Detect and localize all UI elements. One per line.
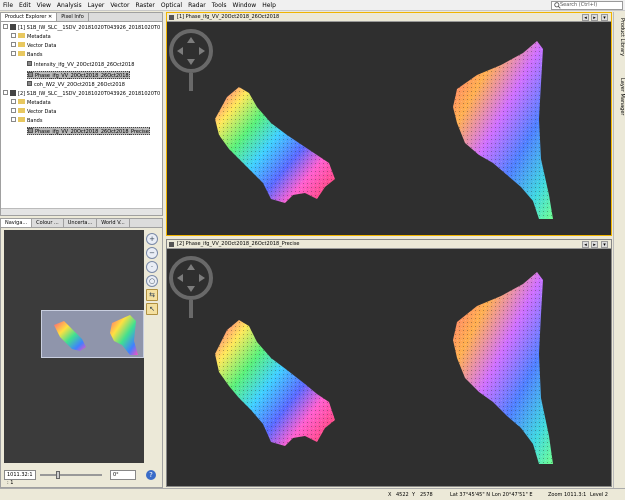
menu-tools[interactable]: Tools [209, 0, 230, 11]
tree-product-2[interactable]: [2] S1B_IW_SLC__1SDV_20181020T043926_201… [3, 89, 160, 98]
search-input[interactable]: Search (Ctrl+I) [551, 1, 623, 10]
menu-window[interactable]: Window [230, 0, 260, 11]
status-longitude: Lon 20°47'51" E [492, 492, 533, 498]
folder-icon [18, 117, 25, 122]
tree-vector-1[interactable]: Vector Data [11, 42, 56, 50]
view-prev-button[interactable]: ◂ [582, 241, 589, 248]
folder-icon [18, 108, 25, 113]
image-view-2-title-bar: [2] Phase_ifg_VV_20Oct2018_26Oct2018_Pre… [167, 240, 611, 249]
menu-analysis[interactable]: Analysis [54, 0, 85, 11]
zoom-slider-track[interactable] [40, 474, 102, 476]
image-view-1-title-bar: [1] Phase_ifg_VV_20Oct2018_26Oct2018 ◂ ▸… [167, 13, 611, 22]
menu-view[interactable]: View [34, 0, 54, 11]
status-latitude: Lat 37°45'45" N [450, 492, 490, 498]
image-view-icon [169, 242, 174, 247]
menu-optical[interactable]: Optical [158, 0, 185, 11]
tree-band-intensity[interactable]: Intensity_ifg_VV_20Oct2018_26Oct2018 [27, 61, 134, 69]
tree-band-phase-2[interactable]: Phase_ifg_VV_20Oct2018_26Oct2018_Precise [27, 127, 150, 135]
tree-metadata-2[interactable]: Metadata [11, 99, 51, 107]
menu-file[interactable]: File [0, 0, 16, 11]
zoom-slider-handle[interactable] [56, 471, 60, 479]
tab-product-library[interactable]: Product Library [615, 18, 625, 56]
tree-band-phase-1[interactable]: Phase_ifg_VV_20Oct2018_26Oct2018 [27, 71, 130, 79]
tree-product-1[interactable]: [1] S1B_IW_SLC__1SDV_20181020T043926_201… [3, 23, 160, 32]
view-menu-button[interactable]: ▾ [601, 14, 608, 21]
help-icon[interactable]: ? [146, 470, 156, 480]
band-icon [28, 128, 33, 133]
tree-bands-1[interactable]: Bands [11, 51, 42, 59]
view-prev-button[interactable]: ◂ [582, 14, 589, 21]
zoom-pixel-button[interactable]: · [146, 261, 158, 273]
right-dock: Product Library Layer Manager [613, 12, 625, 488]
menu-vector[interactable]: Vector [107, 0, 132, 11]
image-view-1-title: [1] Phase_ifg_VV_20Oct2018_26Oct2018 [177, 14, 280, 20]
folder-icon [18, 51, 25, 56]
tab-product-explorer[interactable]: Product Explorer ✕ [1, 13, 58, 21]
zoom-out-button[interactable]: − [146, 247, 158, 259]
band-icon [27, 81, 32, 86]
tab-layer-manager[interactable]: Layer Manager [615, 78, 625, 115]
band-icon [27, 61, 32, 66]
sync-cursor-button[interactable]: ↖ [146, 303, 158, 315]
product-explorer-tabs: Product Explorer ✕ Pixel Info [1, 13, 162, 22]
status-x-value: 4522 [396, 492, 409, 498]
navigation-tabs: Naviga... Colour ... Uncerta... World V.… [1, 219, 162, 228]
tab-pixel-info[interactable]: Pixel Info [57, 13, 89, 21]
status-level: Level 2 [590, 492, 608, 498]
pan-control-icon [169, 29, 213, 91]
image-view-2: [2] Phase_ifg_VV_20Oct2018_26Oct2018_Pre… [166, 239, 612, 487]
menu-raster[interactable]: Raster [133, 0, 158, 11]
interferogram-image-1 [169, 29, 553, 219]
image-view-2-canvas[interactable] [167, 250, 611, 486]
zoom-all-button[interactable]: ○ [146, 275, 158, 287]
menu-edit[interactable]: Edit [16, 0, 34, 11]
status-bar: X 4522 Y 2578 Lat 37°45'45" N Lon 20°47'… [0, 488, 625, 500]
product-icon [10, 89, 16, 96]
folder-icon [18, 99, 25, 104]
view-menu-button[interactable]: ▾ [601, 241, 608, 248]
menu-help[interactable]: Help [259, 0, 279, 11]
view-next-button[interactable]: ▸ [591, 14, 598, 21]
menu-radar[interactable]: Radar [185, 0, 209, 11]
image-view-1-canvas[interactable] [167, 23, 611, 235]
band-icon [28, 72, 33, 77]
status-y-value: 2578 [420, 492, 433, 498]
zoom-factor-field[interactable]: 1011.32:1 : 1 [4, 470, 36, 486]
zoom-in-button[interactable]: + [146, 233, 158, 245]
menubar: File Edit View Analysis Layer Vector Ras… [0, 0, 625, 11]
tree-metadata-1[interactable]: Metadata [11, 33, 51, 41]
pan-control-icon [169, 256, 213, 318]
folder-icon [18, 42, 25, 47]
navigation-viewport[interactable] [41, 310, 144, 358]
image-view-2-title: [2] Phase_ifg_VV_20Oct2018_26Oct2018_Pre… [177, 241, 300, 247]
view-next-button[interactable]: ▸ [591, 241, 598, 248]
tree-band-coherence[interactable]: coh_IW2_VV_20Oct2018_26Oct2018 [27, 81, 125, 89]
tab-uncertainty[interactable]: Uncerta... [63, 219, 98, 227]
status-y-label: Y [412, 492, 416, 498]
sync-views-button[interactable]: ⇆ [146, 289, 158, 301]
search-icon [554, 2, 561, 9]
rotation-angle-field[interactable]: 0° [110, 470, 136, 480]
product-explorer-panel: Product Explorer ✕ Pixel Info [1] S1B_IW… [0, 12, 163, 216]
tab-navigation[interactable]: Naviga... [1, 219, 33, 227]
tab-colour[interactable]: Colour ... [32, 219, 64, 227]
menu-layer[interactable]: Layer [85, 0, 108, 11]
image-view-icon [169, 15, 174, 20]
tab-world-view[interactable]: World V... [97, 219, 130, 227]
image-view-1: [1] Phase_ifg_VV_20Oct2018_26Oct2018 ◂ ▸… [166, 12, 612, 236]
status-x-label: X [388, 492, 392, 498]
folder-icon [18, 33, 25, 38]
horizontal-scrollbar[interactable] [1, 208, 162, 215]
status-zoom: Zoom 1011.3:1 [548, 492, 587, 498]
interferogram-image-2 [169, 256, 553, 464]
navigation-thumbnail [54, 315, 138, 355]
product-icon [10, 23, 16, 30]
tree-vector-2[interactable]: Vector Data [11, 108, 56, 116]
tree-bands-2[interactable]: Bands [11, 117, 42, 125]
